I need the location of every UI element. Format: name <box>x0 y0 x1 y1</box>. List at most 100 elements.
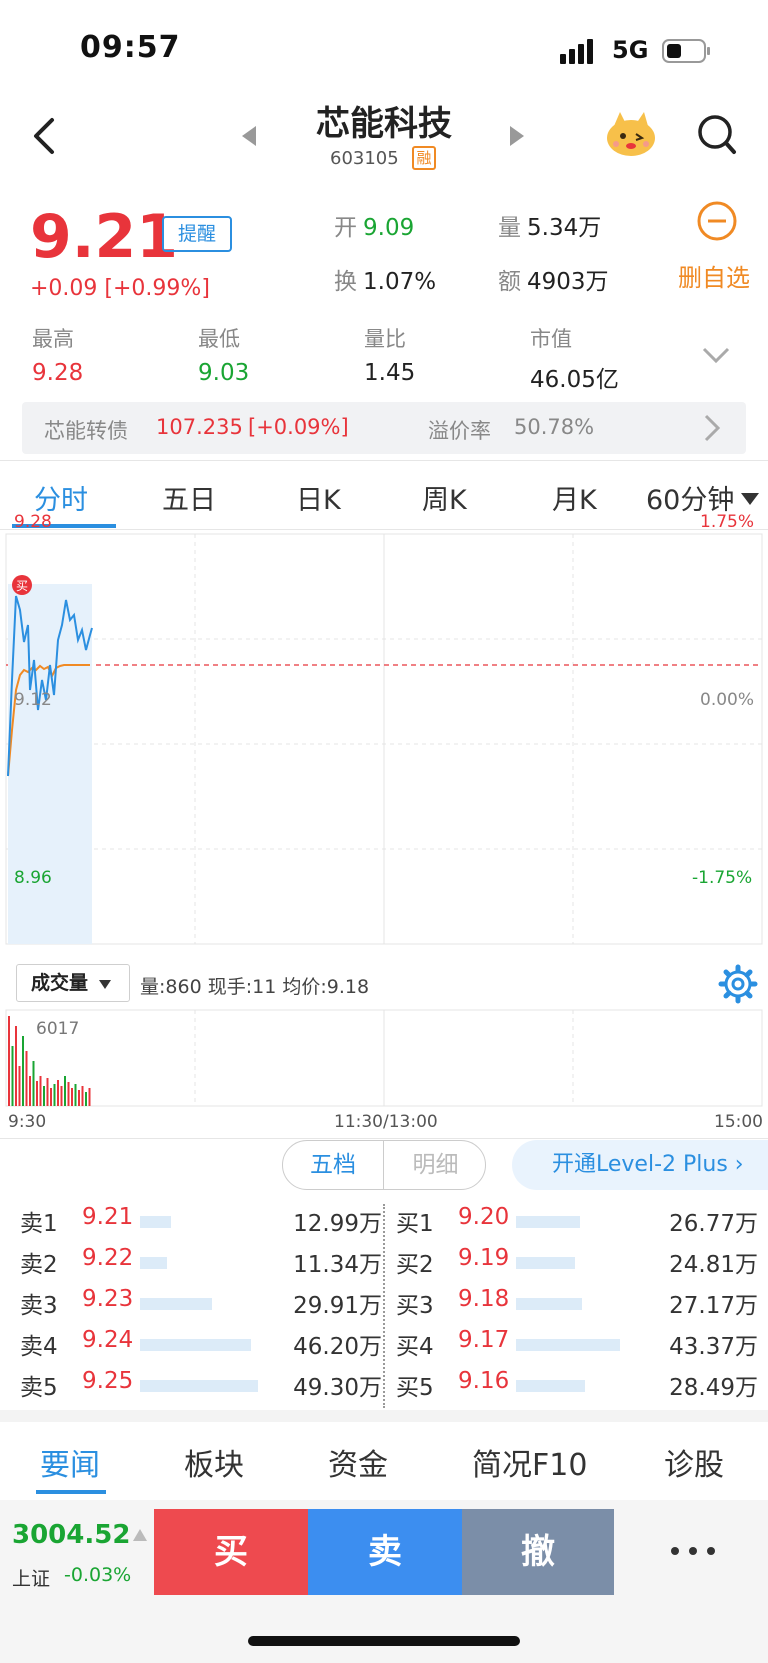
convertible-bond-bar[interactable]: 芯能转债 107.235 [+0.09%] 溢价率 50.78% <box>22 402 746 454</box>
premium-label: 溢价率 <box>428 419 491 443</box>
ask-level-1[interactable]: 卖1 9.21 12.99万 <box>20 1204 382 1244</box>
index-value[interactable]: 3004.52 <box>12 1520 130 1550</box>
ask-label: 卖5 <box>20 1375 58 1401</box>
segment-five-levels[interactable]: 五档 <box>283 1141 384 1189</box>
bid-volume: 24.81万 <box>669 1252 758 1278</box>
chevron-right-icon[interactable] <box>702 412 722 444</box>
segment-detail[interactable]: 明细 <box>385 1141 485 1189</box>
bid-volume: 27.17万 <box>669 1293 758 1319</box>
mascot-icon[interactable] <box>604 108 658 158</box>
bid-volume-bar <box>516 1339 620 1351</box>
status-time: 09:57 <box>80 30 181 65</box>
ask-volume: 12.99万 <box>293 1211 382 1237</box>
level2-upgrade-button[interactable]: 开通Level-2 Plus › <box>512 1140 768 1190</box>
cancel-order-button[interactable]: 撤 <box>462 1509 614 1595</box>
signal-icon <box>560 39 593 64</box>
buy-button[interactable]: 买 <box>154 1509 308 1595</box>
pct-min-label: -1.75% <box>692 868 753 888</box>
tab-diagnosis[interactable]: 诊股 <box>664 1440 724 1484</box>
high-value: 9.28 <box>32 360 84 386</box>
gear-icon[interactable] <box>718 964 758 1004</box>
bid-price: 9.20 <box>458 1204 510 1230</box>
remove-watchlist-icon[interactable] <box>696 200 738 242</box>
ask-level-4[interactable]: 卖4 9.24 46.20万 <box>20 1327 382 1367</box>
bid-level-2[interactable]: 买2 9.19 24.81万 <box>396 1245 758 1285</box>
volume-value: 5.34万 <box>527 215 602 241</box>
volume-max-label: 6017 <box>36 1019 79 1039</box>
search-icon[interactable] <box>696 112 738 158</box>
volume-bar <box>43 1086 45 1106</box>
dropdown-triangle-icon <box>98 980 111 989</box>
dropdown-triangle-icon[interactable] <box>740 492 760 506</box>
turnover-rate: 换 1.07% <box>334 262 436 296</box>
y-max-label: 9.28 <box>14 512 52 532</box>
market-cap-label: 市值 <box>530 327 572 351</box>
ask-level-3[interactable]: 卖3 9.23 29.91万 <box>20 1286 382 1326</box>
volume-bar <box>25 1051 28 1106</box>
chevron-down-icon[interactable] <box>700 344 732 366</box>
ask-volume: 49.30万 <box>293 1375 382 1401</box>
more-icon[interactable] <box>668 1544 718 1558</box>
volume-bar <box>50 1088 52 1106</box>
volume-bar <box>71 1088 73 1106</box>
volume-bar <box>11 1046 14 1106</box>
ask-level-5[interactable]: 卖5 9.25 49.30万 <box>20 1368 382 1408</box>
bid-level-5[interactable]: 买5 9.16 28.49万 <box>396 1368 758 1408</box>
bond-change: [+0.09%] <box>248 415 349 439</box>
volume-bar <box>85 1092 87 1106</box>
trade-amount: 额 4903万 <box>498 262 609 296</box>
y-mid-label: 9.12 <box>14 690 52 710</box>
volume-ratio-label: 量比 <box>364 327 406 351</box>
ask-price: 9.23 <box>82 1286 134 1312</box>
volume-bar <box>29 1076 31 1106</box>
price-change: +0.09 [+0.99%] <box>30 276 210 301</box>
volume-bar <box>22 1036 24 1106</box>
indicator-selector[interactable]: 成交量 <box>16 964 130 1002</box>
ask-volume-bar <box>140 1298 212 1310</box>
open-price-value: 9.09 <box>363 215 415 241</box>
amount-value: 4903万 <box>527 269 609 295</box>
bid-price: 9.19 <box>458 1245 510 1271</box>
bid-volume-bar <box>516 1298 582 1310</box>
previous-stock-icon[interactable] <box>240 124 258 148</box>
turnover-label: 换 <box>334 269 357 295</box>
pct-max-label: 1.75% <box>700 512 755 532</box>
bid-label: 买1 <box>396 1211 434 1237</box>
tab-monthly-k[interactable]: 月K <box>552 478 597 517</box>
buy-marker[interactable]: 买 <box>12 575 32 595</box>
sell-button[interactable]: 卖 <box>308 1509 462 1595</box>
tab-news[interactable]: 要闻 <box>40 1440 100 1484</box>
ask-volume-bar <box>140 1339 251 1351</box>
ask-label: 卖3 <box>20 1293 58 1319</box>
bid-level-3[interactable]: 买3 9.18 27.17万 <box>396 1286 758 1326</box>
time-start: 9:30 <box>8 1112 47 1132</box>
volume-chart[interactable]: 6017 <box>0 1008 768 1108</box>
tab-five-day[interactable]: 五日 <box>162 478 216 517</box>
price-alert-button[interactable]: 提醒 <box>162 216 232 252</box>
time-end: 15:00 <box>714 1112 763 1132</box>
tab-funds[interactable]: 资金 <box>328 1440 388 1484</box>
volume-bar <box>32 1061 35 1106</box>
intraday-chart[interactable]: 买 <box>0 530 768 950</box>
ask-level-2[interactable]: 卖2 9.22 11.34万 <box>20 1245 382 1285</box>
tab-sector[interactable]: 板块 <box>184 1440 244 1484</box>
amount-label: 额 <box>498 269 521 295</box>
volume-bar <box>88 1088 91 1106</box>
divider <box>0 460 768 461</box>
volume-bar <box>60 1086 63 1106</box>
remove-watchlist-button[interactable]: 删自选 <box>678 258 750 293</box>
ask-label: 卖1 <box>20 1211 58 1237</box>
index-change: -0.03% <box>64 1564 132 1586</box>
expand-up-icon[interactable] <box>132 1528 148 1542</box>
tab-daily-k[interactable]: 日K <box>296 478 341 517</box>
tab-profile-f10[interactable]: 简况F10 <box>472 1440 587 1484</box>
stock-name: 芯能科技 <box>316 104 452 144</box>
bid-level-1[interactable]: 买1 9.20 26.77万 <box>396 1204 758 1244</box>
tab-weekly-k[interactable]: 周K <box>422 478 467 517</box>
bid-level-4[interactable]: 买4 9.17 43.37万 <box>396 1327 758 1367</box>
level2-label: 开通Level-2 Plus <box>552 1152 728 1177</box>
ask-label: 卖4 <box>20 1334 58 1360</box>
next-stock-icon[interactable] <box>508 124 526 148</box>
bond-name: 芯能转债 <box>44 419 128 443</box>
back-icon[interactable] <box>26 112 62 160</box>
